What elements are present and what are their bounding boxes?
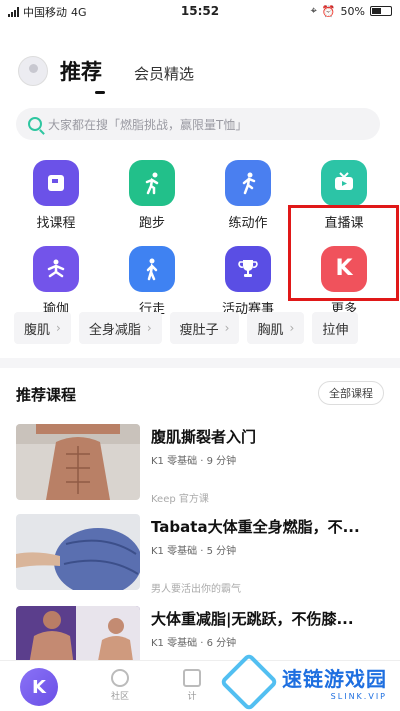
grid-label: 练动作: [228, 216, 268, 231]
tab-member[interactable]: 会员精选: [134, 63, 194, 84]
course-title: 腹肌撕裂者入门: [151, 428, 257, 446]
grid-item-events[interactable]: 活动赛事: [208, 246, 288, 317]
watermark-main: 速链游戏园: [282, 666, 387, 691]
alarm-icon: ⏰: [321, 4, 336, 18]
live-tv-icon: [321, 160, 367, 206]
course-title: Tabata大体重全身燃脂，不...: [151, 518, 360, 536]
chip-label: 瘦肚子: [179, 322, 219, 338]
chip-fat-loss[interactable]: 全身减脂 ›: [78, 312, 162, 344]
header: 推荐 会员精选: [14, 52, 384, 94]
course-icon: [33, 160, 79, 206]
search-placeholder: 大家都在搜「燃脂挑战，赢限量T恤」: [48, 117, 248, 132]
chip-label: 腹肌: [24, 322, 51, 338]
community-icon: [111, 669, 129, 687]
battery-percent: 50%: [340, 4, 365, 18]
location-icon: ⌖: [310, 4, 317, 17]
trophy-icon: [225, 246, 271, 292]
grid-item-walk[interactable]: 行走: [112, 246, 192, 317]
avatar[interactable]: [18, 56, 48, 86]
watermark-sub: SLINK.VIP: [330, 691, 387, 701]
course-source: Keep 官方课: [151, 494, 209, 505]
search-bar[interactable]: 大家都在搜「燃脂挑战，赢限量T恤」: [16, 108, 380, 140]
tab-label: 社区: [110, 692, 129, 702]
watermark-logo-icon: [219, 651, 279, 711]
watermark: 速链游戏园 SLINK.VIP: [218, 651, 400, 711]
tab-underline: [95, 91, 105, 94]
status-bar: 中国移动 4G 15:52 ⌖ ⏰ 50%: [0, 0, 400, 22]
tab-community[interactable]: 社区: [100, 669, 140, 702]
course-meta: K1 零基础 · 9 分钟: [151, 456, 237, 467]
all-courses-button[interactable]: 全部课程: [318, 381, 384, 405]
chip-label: 全身减脂: [88, 322, 141, 338]
course-source: 男人要活出你的霸气: [151, 584, 241, 595]
chip-stretch[interactable]: 拉伸: [312, 312, 359, 344]
exercise-icon: [225, 160, 271, 206]
highlight-box: [288, 205, 399, 301]
grid-label: 找课程: [36, 216, 76, 231]
yoga-icon: [33, 246, 79, 292]
run-icon: [129, 160, 175, 206]
section-title: 推荐课程: [16, 386, 77, 404]
course-thumbnail: [16, 514, 140, 590]
chevron-right-icon: ›: [146, 321, 152, 335]
grid-item-find-course[interactable]: 找课程: [16, 160, 96, 231]
chip-label: 胸肌: [257, 322, 284, 338]
plan-icon: [183, 669, 201, 687]
battery-icon: [370, 6, 392, 16]
search-icon: [28, 117, 42, 131]
tab-recommend[interactable]: 推荐: [60, 56, 102, 86]
watermark-text: 速链游戏园 SLINK.VIP: [282, 663, 387, 701]
grid-item-run[interactable]: 跑步: [112, 160, 192, 231]
chevron-right-icon: ›: [224, 321, 230, 335]
course-item[interactable]: Tabata大体重全身燃脂，不... K1 零基础 · 5 分钟 男人要活出你的…: [16, 514, 384, 595]
chevron-right-icon: ›: [289, 321, 295, 335]
course-thumbnail: [16, 424, 140, 500]
chip-abs[interactable]: 腹肌 ›: [14, 312, 71, 344]
tab-plan[interactable]: 计: [172, 669, 212, 702]
chip-label: 拉伸: [322, 322, 349, 338]
tab-home-k-icon[interactable]: K: [20, 668, 58, 706]
grid-item-yoga[interactable]: 瑜伽: [16, 246, 96, 317]
category-chips: 腹肌 › 全身减脂 › 瘦肚子 › 胸肌 › 拉伸: [14, 312, 400, 348]
chevron-right-icon: ›: [56, 321, 61, 335]
top-area: 推荐 会员精选 大家都在搜「燃脂挑战，赢限量T恤」 找课程 跑步 练动作 直播课…: [0, 22, 400, 358]
course-meta: K1 零基础 · 6 分钟: [151, 638, 237, 649]
walk-icon: [129, 246, 175, 292]
course-title: 大体重减脂|无跳跃，不伤膝...: [151, 610, 354, 628]
status-right: ⌖ ⏰ 50%: [311, 4, 392, 18]
tab-label: 计: [187, 692, 197, 702]
chip-belly[interactable]: 瘦肚子 ›: [169, 312, 240, 344]
chip-chest[interactable]: 胸肌 ›: [247, 312, 305, 344]
course-item[interactable]: 腹肌撕裂者入门 K1 零基础 · 9 分钟 Keep 官方课: [16, 424, 384, 505]
course-meta: K1 零基础 · 5 分钟: [151, 546, 237, 557]
grid-item-exercise[interactable]: 练动作: [208, 160, 288, 231]
grid-label: 跑步: [138, 216, 165, 231]
